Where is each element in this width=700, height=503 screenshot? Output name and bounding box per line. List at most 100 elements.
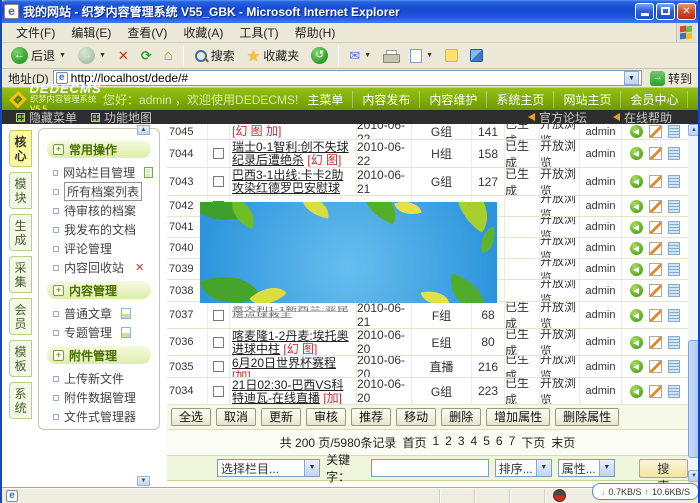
refresh-button[interactable]: ⟳ bbox=[136, 46, 157, 66]
favorites-button[interactable]: ★ 收藏夹 bbox=[242, 45, 304, 67]
edit-icon[interactable] bbox=[649, 263, 662, 276]
header-nav-item[interactable]: 主菜单 bbox=[298, 91, 352, 108]
page-link[interactable]: 4 bbox=[471, 434, 478, 451]
page-link[interactable]: 2 bbox=[445, 434, 452, 451]
go-button[interactable]: → 转到 bbox=[646, 70, 696, 87]
edit-icon[interactable] bbox=[649, 309, 662, 322]
chevron-down-icon[interactable]: ▼ bbox=[304, 460, 319, 476]
menu-item[interactable]: 帮助(H) bbox=[287, 22, 344, 43]
chevron-down-icon[interactable]: ▼ bbox=[536, 460, 551, 476]
row-checkbox[interactable] bbox=[213, 386, 224, 397]
header-nav-item[interactable]: 系统主页 bbox=[486, 91, 553, 108]
back-button[interactable]: ← 后退 ▼ bbox=[6, 45, 71, 66]
sidebar-item[interactable]: 附件数据管理 bbox=[45, 388, 153, 407]
sidebar-tab-系统[interactable]: 系统 bbox=[9, 382, 32, 419]
stop-button[interactable]: ✕ bbox=[113, 46, 134, 66]
header-nav-item[interactable]: 网站主页 bbox=[553, 91, 620, 108]
messenger-button[interactable] bbox=[465, 47, 488, 64]
sidebar-item[interactable]: 网站栏目管理 bbox=[45, 163, 153, 182]
doc-title-link[interactable]: 巴西3-1出线:卡卡2助攻染红德罗巴安慰球 bbox=[232, 168, 343, 195]
row-checkbox[interactable] bbox=[213, 310, 224, 321]
section-header[interactable]: +常用操作 bbox=[47, 140, 151, 158]
row-checkbox[interactable] bbox=[213, 361, 224, 372]
view-icon[interactable] bbox=[630, 263, 643, 276]
sidebar-item[interactable]: 专题管理 bbox=[45, 323, 153, 342]
more-icon[interactable] bbox=[668, 221, 680, 234]
sidebar-tab-核心[interactable]: 核心 bbox=[9, 130, 32, 167]
keyword-input[interactable] bbox=[371, 459, 489, 477]
page-link[interactable]: 首页 bbox=[402, 434, 426, 451]
edit-icon[interactable] bbox=[649, 125, 662, 138]
expand-icon[interactable]: + bbox=[53, 285, 64, 296]
row-checkbox[interactable] bbox=[213, 337, 224, 348]
action-button-推荐[interactable]: 推荐 bbox=[351, 408, 391, 426]
content-scrollbar[interactable]: ▲ ▼ bbox=[688, 124, 700, 482]
section-header[interactable]: +内容管理 bbox=[47, 281, 151, 299]
network-monitor-icon[interactable] bbox=[553, 489, 566, 502]
mail-dropdown-icon[interactable]: ▼ bbox=[364, 52, 371, 59]
page-link[interactable]: 7 bbox=[509, 434, 516, 451]
subheader-item[interactable]: 功能地图 bbox=[91, 109, 152, 126]
view-icon[interactable] bbox=[630, 309, 643, 322]
page-link[interactable]: 6 bbox=[496, 434, 503, 451]
action-button-取消[interactable]: 取消 bbox=[216, 408, 256, 426]
view-icon[interactable] bbox=[630, 360, 643, 373]
action-button-更新[interactable]: 更新 bbox=[261, 408, 301, 426]
more-icon[interactable] bbox=[668, 147, 680, 160]
expand-icon[interactable]: + bbox=[53, 144, 64, 155]
attr-select[interactable]: 属性... ▼ bbox=[558, 459, 615, 477]
chevron-down-icon[interactable]: ▼ bbox=[599, 460, 614, 476]
doc-title-link[interactable]: 6月20日世界杯赛程 bbox=[232, 356, 336, 370]
header-nav-item[interactable]: 内容维护 bbox=[419, 91, 486, 108]
page-link[interactable]: 下页 bbox=[521, 434, 545, 451]
sidebar-scroll-down-icon[interactable]: ▼ bbox=[137, 476, 150, 486]
more-icon[interactable] bbox=[668, 360, 680, 373]
close-button[interactable]: ✕ bbox=[677, 3, 696, 20]
history-button[interactable]: ↺ bbox=[306, 45, 333, 66]
notes-button[interactable] bbox=[440, 47, 463, 64]
header-nav-item[interactable]: 内容发布 bbox=[352, 91, 419, 108]
home-button[interactable]: ⌂ bbox=[159, 45, 178, 66]
subheader-link[interactable]: 官方论坛 bbox=[528, 109, 587, 126]
scroll-down-icon[interactable]: ▼ bbox=[688, 470, 700, 482]
delete-icon[interactable]: ✕ bbox=[135, 261, 144, 274]
view-icon[interactable] bbox=[630, 284, 643, 297]
maximize-button[interactable] bbox=[656, 3, 675, 20]
scrollbar-thumb[interactable] bbox=[688, 340, 700, 458]
edit-icon[interactable] bbox=[649, 336, 662, 349]
section-header[interactable]: +附件管理 bbox=[47, 346, 151, 364]
minimize-button[interactable] bbox=[635, 3, 654, 20]
more-icon[interactable] bbox=[668, 200, 680, 213]
view-icon[interactable] bbox=[630, 242, 643, 255]
action-button-增加属性[interactable]: 增加属性 bbox=[486, 408, 550, 426]
more-icon[interactable] bbox=[668, 385, 680, 398]
sidebar-item[interactable]: 普通文章 bbox=[45, 304, 153, 323]
forward-button[interactable]: → ▼ bbox=[73, 45, 111, 66]
floating-banner-image[interactable] bbox=[200, 202, 497, 303]
action-button-删除属性[interactable]: 删除属性 bbox=[555, 408, 619, 426]
search-submit-button[interactable]: 搜索 bbox=[639, 459, 688, 478]
action-button-移动[interactable]: 移动 bbox=[396, 408, 436, 426]
edit-icon[interactable] bbox=[649, 200, 662, 213]
page-link[interactable]: 5 bbox=[483, 434, 490, 451]
row-checkbox[interactable] bbox=[213, 176, 224, 187]
column-select[interactable]: 选择栏目... ▼ bbox=[217, 459, 320, 477]
search-button[interactable]: 搜索 bbox=[189, 45, 240, 66]
address-input[interactable]: e http://localhost/dede/# ▼ bbox=[53, 70, 642, 86]
sort-select[interactable]: 排序... ▼ bbox=[495, 459, 552, 477]
doc-title-link[interactable]: 意大利1-1新西兰:亚昆塔点球救主 bbox=[232, 307, 354, 319]
view-icon[interactable] bbox=[630, 336, 643, 349]
sidebar-item[interactable]: 文件式管理器 bbox=[45, 407, 153, 426]
sidebar-tab-生成[interactable]: 生成 bbox=[9, 214, 32, 251]
menu-item[interactable]: 编辑(E) bbox=[63, 22, 119, 43]
more-icon[interactable] bbox=[668, 125, 680, 138]
more-icon[interactable] bbox=[668, 336, 680, 349]
page-link[interactable]: 末页 bbox=[551, 434, 575, 451]
more-icon[interactable] bbox=[668, 309, 680, 322]
sidebar-item[interactable]: 我发布的文档 bbox=[45, 220, 153, 239]
page-link[interactable]: 3 bbox=[458, 434, 465, 451]
action-button-全选[interactable]: 全选 bbox=[171, 408, 211, 426]
edit-icon[interactable] bbox=[649, 175, 662, 188]
edit-icon[interactable] bbox=[649, 360, 662, 373]
subheader-link[interactable]: 在线帮助 bbox=[613, 109, 672, 126]
